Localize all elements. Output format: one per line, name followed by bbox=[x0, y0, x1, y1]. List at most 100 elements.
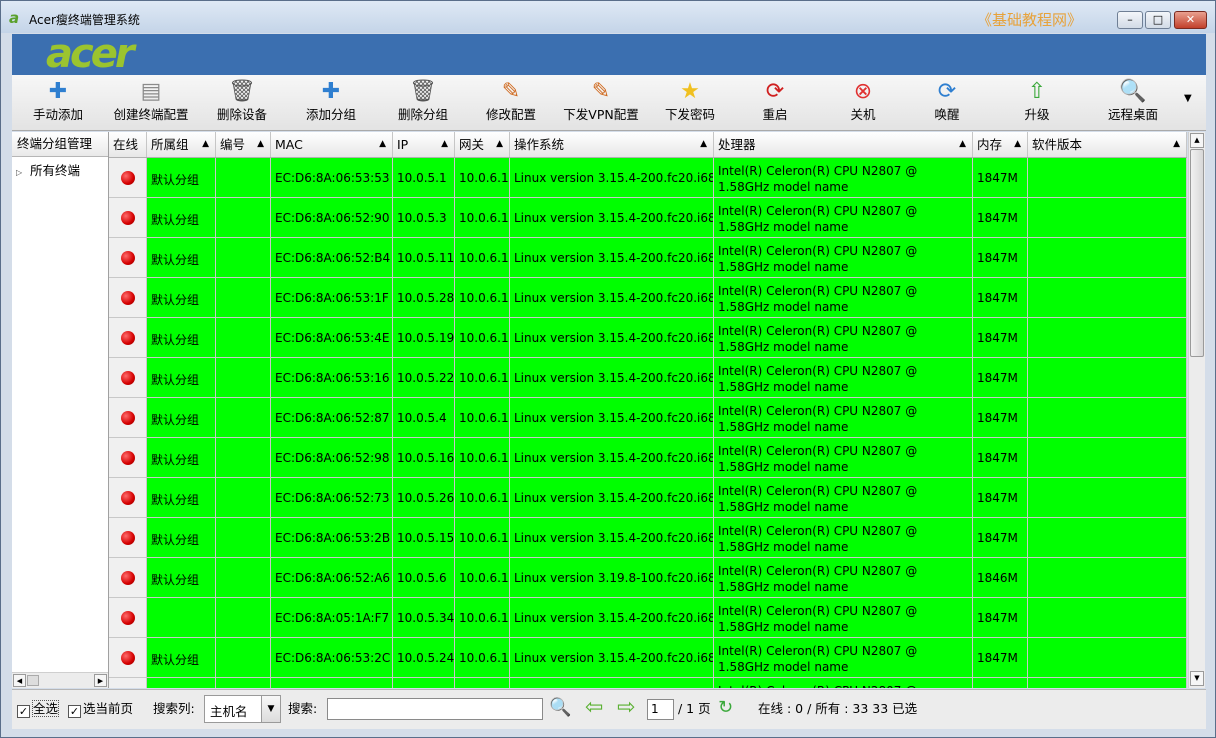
column-header[interactable]: 处理器 ▲ bbox=[714, 132, 973, 157]
cpu-cell: Intel(R) Celeron(R) CPU N2807 @ 1.58GHz … bbox=[714, 438, 973, 478]
sort-ascending-icon[interactable]: ▲ bbox=[441, 132, 448, 157]
toolbar-button-label: 添加分组 bbox=[305, 107, 356, 122]
sort-ascending-icon[interactable]: ▲ bbox=[496, 132, 503, 157]
table-row[interactable]: 默认分组 EC:D6:8A:06:53:2C 10.0.5.24 10.0.6.1 Li… bbox=[109, 638, 1187, 678]
column-header[interactable]: 所属组 ▲ bbox=[147, 132, 216, 157]
sort-ascending-icon[interactable]: ▲ bbox=[1014, 132, 1021, 157]
cell-text: 1847M bbox=[977, 491, 1018, 505]
sort-ascending-icon[interactable]: ▲ bbox=[959, 132, 966, 157]
group-cell: 默认分组 bbox=[147, 518, 216, 558]
os-cell: Linux version 3.15.4-200.fc20.i686 bbox=[510, 518, 714, 558]
close-button[interactable]: ✕ bbox=[1174, 11, 1207, 29]
scroll-right-icon[interactable]: ▶ bbox=[94, 674, 107, 687]
table-row[interactable]: 默认分组 EC:D6:8A:06:52:98 10.0.5.16 10.0.6.1 Li… bbox=[109, 438, 1187, 478]
table-row[interactable]: 默认分组 EC:D6:8A:06:53:4E 10.0.5.19 10.0.6.1 Li… bbox=[109, 318, 1187, 358]
page-number-input[interactable]: 1 bbox=[647, 699, 674, 720]
cell-text: 10.0.5.22 bbox=[397, 371, 455, 385]
ip-cell: 10.0.5.1 bbox=[393, 158, 455, 198]
cell-text: 10.0.6.1 bbox=[459, 611, 509, 625]
online-cell bbox=[109, 238, 147, 278]
column-header[interactable]: MAC ▲ bbox=[271, 132, 393, 157]
toolbar-button-8[interactable]: ⟳ 重启 bbox=[750, 77, 800, 129]
chevron-down-icon[interactable]: ▼ bbox=[261, 696, 280, 722]
table-row[interactable]: 默认分组 EC:D6:8A:06:52:73 10.0.5.26 10.0.6.1 Li… bbox=[109, 478, 1187, 518]
search-column-select[interactable]: 主机名 ▼ bbox=[204, 695, 281, 723]
title-bar[interactable]: a Acer瘦终端管理系统 《基础教程网》 – □ ✕ bbox=[1, 1, 1215, 33]
cpu-cell: Intel(R) Celeron(R) CPU N2807 @ 1.58GHz … bbox=[714, 158, 973, 198]
sort-ascending-icon[interactable]: ▲ bbox=[1173, 132, 1180, 157]
toolbar-button-12[interactable]: 🔍 远程桌面 bbox=[1100, 77, 1166, 129]
horizontal-scrollbar[interactable]: ◀ ▶ bbox=[12, 672, 108, 688]
cell-text: 10.0.6.1 bbox=[459, 651, 509, 665]
toolbar-more-icon[interactable]: ▼ bbox=[1184, 93, 1192, 104]
toolbar-button-1[interactable]: ▤ 创建终端配置 bbox=[109, 77, 193, 129]
version-cell bbox=[1028, 558, 1187, 598]
column-header[interactable]: 操作系统 ▲ bbox=[510, 132, 714, 157]
tree-item-all-terminals[interactable]: ▷ 所有终端 bbox=[12, 160, 108, 179]
table-row[interactable]: 默认分组 EC:D6:8A:06:53:2B 10.0.5.15 10.0.6.1 Li… bbox=[109, 518, 1187, 558]
scroll-down-icon[interactable]: ▼ bbox=[1190, 671, 1204, 686]
toolbar-button-6[interactable]: ✎ 下发VPN配置 bbox=[558, 77, 644, 129]
cell-text: Intel(R) Celeron(R) CPU N2807 @ 1.58GHz bbox=[718, 683, 972, 688]
column-header[interactable]: 在线 bbox=[109, 132, 147, 157]
toolbar-button-10[interactable]: ⟳ 唤醒 bbox=[922, 77, 972, 129]
scroll-left-icon[interactable]: ◀ bbox=[13, 674, 26, 687]
scroll-thumb[interactable] bbox=[1190, 149, 1204, 357]
prev-page-icon[interactable]: ⇦ bbox=[585, 697, 603, 719]
minimize-button[interactable]: – bbox=[1117, 11, 1143, 29]
toolbar-button-3[interactable]: ✚ 添加分组 bbox=[298, 77, 364, 129]
toolbar-button-7[interactable]: ★ 下发密码 bbox=[657, 77, 723, 129]
toolbar-button-9[interactable]: ⊗ 关机 bbox=[838, 77, 888, 129]
toolbar-button-2[interactable]: 🗑 删除设备 bbox=[209, 77, 275, 129]
cell-text: 默认分组 bbox=[151, 533, 200, 547]
refresh-icon[interactable]: ↻ bbox=[718, 698, 733, 718]
cell-text: Linux version 3.15.4-200.fc20.i686 bbox=[514, 531, 714, 545]
grid-header: 在线 所属组 ▲ 编号 ▲ MAC ▲ IP ▲ 网关 ▲ 操作系统 ▲ 处理器 ▲ 内存 ▲ 软件版本 ▲ bbox=[109, 132, 1187, 158]
toolbar-button-5[interactable]: ✎ 修改配置 bbox=[478, 77, 544, 129]
cell-text: 10.0.5.34 bbox=[397, 611, 455, 625]
scroll-up-icon[interactable]: ▲ bbox=[1190, 133, 1204, 148]
toolbar-button-11[interactable]: ⇧ 升级 bbox=[1012, 77, 1062, 129]
offline-status-icon bbox=[121, 571, 135, 585]
table-row[interactable]: 默认分组 EC:D6:8A:06:53:53 10.0.5.1 10.0.6.1 Lin… bbox=[109, 158, 1187, 198]
select-page-checkbox[interactable]: ✓ 选当前页 bbox=[68, 700, 133, 718]
maximize-button[interactable]: □ bbox=[1145, 11, 1171, 29]
toolbar-button-0[interactable]: ✚ 手动添加 bbox=[30, 77, 86, 129]
gateway-cell: 10.0.6.1 bbox=[455, 278, 510, 318]
select-all-checkbox[interactable]: ✓ 全选 bbox=[17, 700, 60, 718]
column-header[interactable]: 网关 ▲ bbox=[455, 132, 510, 157]
sort-ascending-icon[interactable]: ▲ bbox=[379, 132, 386, 157]
gateway-cell: 10.0.6.1 bbox=[455, 398, 510, 438]
table-row[interactable]: 默认分组 EC:D6:8A:06:53:16 10.0.5.22 10.0.6.1 Li… bbox=[109, 358, 1187, 398]
cell-text: 10.0.6.1 bbox=[459, 211, 509, 225]
cell-text: 10.0.6.1 bbox=[459, 571, 509, 585]
scroll-thumb[interactable] bbox=[27, 675, 39, 686]
expand-triangle-icon[interactable]: ▷ bbox=[16, 168, 30, 177]
cpu-cell: Intel(R) Celeron(R) CPU N2807 @ 1.58GHz … bbox=[714, 598, 973, 638]
cell-text: Intel(R) Celeron(R) CPU N2807 @ 1.58GHz … bbox=[718, 444, 918, 474]
table-row[interactable]: EC:D6:8A:05:1A:F7 10.0.5.34 10.0.6.1 Linux … bbox=[109, 598, 1187, 638]
cell-text: 1847M bbox=[977, 611, 1018, 625]
online-cell bbox=[109, 478, 147, 518]
table-row[interactable]: Intel(R) Celeron(R) CPU N2807 @ 1.58GHz bbox=[109, 678, 1187, 688]
sort-ascending-icon[interactable]: ▲ bbox=[257, 132, 264, 157]
table-row[interactable]: 默认分组 EC:D6:8A:06:52:90 10.0.5.3 10.0.6.1 Lin… bbox=[109, 198, 1187, 238]
search-input[interactable] bbox=[327, 698, 543, 720]
column-header[interactable]: 编号 ▲ bbox=[216, 132, 271, 157]
column-header-label: MAC bbox=[275, 137, 303, 152]
toolbar-button-4[interactable]: 🗑 删除分组 bbox=[390, 77, 456, 129]
table-row[interactable]: 默认分组 EC:D6:8A:06:53:1F 10.0.5.28 10.0.6.1 Li… bbox=[109, 278, 1187, 318]
column-header[interactable]: 软件版本 ▲ bbox=[1028, 132, 1187, 157]
column-header[interactable]: 内存 ▲ bbox=[973, 132, 1028, 157]
next-page-icon[interactable]: ⇨ bbox=[617, 697, 635, 719]
vertical-scrollbar[interactable]: ▲ ▼ bbox=[1188, 132, 1205, 688]
search-icon[interactable]: 🔍 bbox=[549, 698, 571, 718]
column-header[interactable]: IP ▲ bbox=[393, 132, 455, 157]
group-cell: 默认分组 bbox=[147, 198, 216, 238]
table-row[interactable]: 默认分组 EC:D6:8A:06:52:87 10.0.5.4 10.0.6.1 Lin… bbox=[109, 398, 1187, 438]
version-cell bbox=[1028, 438, 1187, 478]
sort-ascending-icon[interactable]: ▲ bbox=[202, 132, 209, 157]
table-row[interactable]: 默认分组 EC:D6:8A:06:52:A6 10.0.5.6 10.0.6.1 Lin… bbox=[109, 558, 1187, 598]
table-row[interactable]: 默认分组 EC:D6:8A:06:52:B4 10.0.5.11 10.0.6.1 Li… bbox=[109, 238, 1187, 278]
sort-ascending-icon[interactable]: ▲ bbox=[700, 132, 707, 157]
